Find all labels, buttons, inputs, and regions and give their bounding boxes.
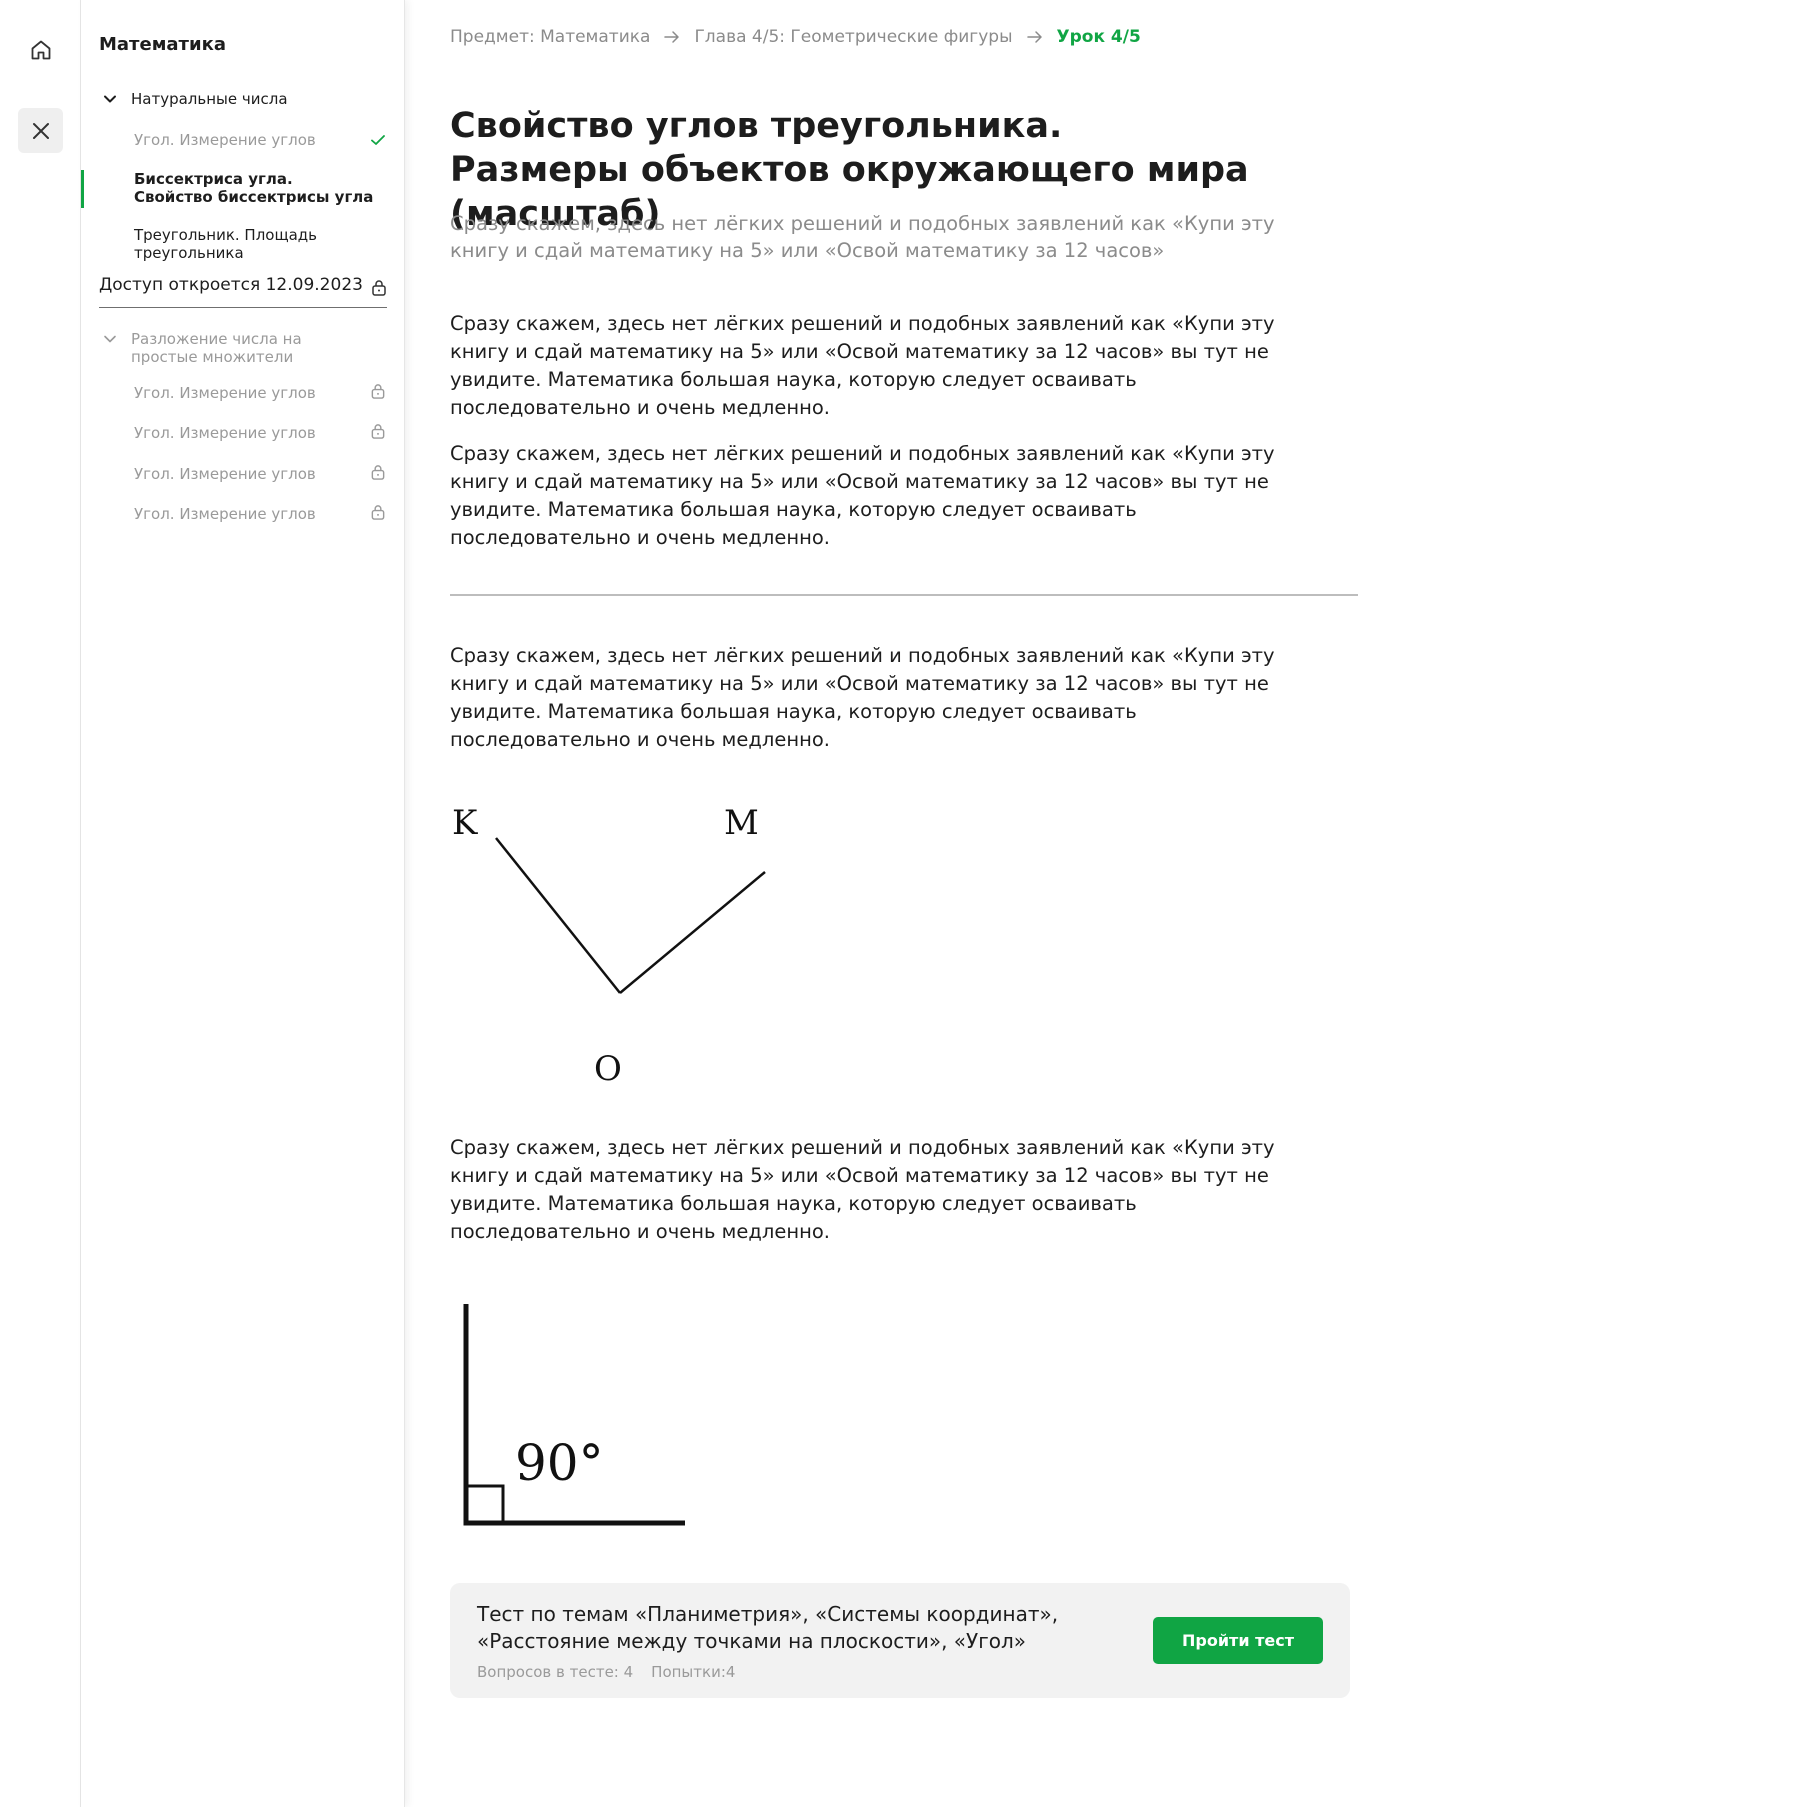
- close-icon: [32, 122, 49, 139]
- breadcrumb-lesson: Урок 4/5: [1056, 27, 1141, 47]
- sidebar-item-triangle-area[interactable]: Треугольник. Площадь треугольника: [134, 226, 374, 262]
- breadcrumb: Предмет: Математика Глава 4/5: Геометрич…: [450, 27, 1141, 47]
- chevron-down-icon: [104, 335, 116, 343]
- sidebar-item-locked[interactable]: Угол. Измерение углов: [134, 465, 374, 483]
- test-questions-count: Вопросов в тесте: 4: [477, 1663, 634, 1681]
- sidebar-title: Математика: [99, 34, 226, 55]
- lesson-paragraph: Сразу скажем, здесь нет лёгких решений и…: [450, 644, 1275, 751]
- sidebar-item-label: Биссектриса угла. Свойство биссектрисы у…: [134, 170, 374, 206]
- sidebar-item-locked[interactable]: Угол. Измерение углов: [134, 505, 374, 523]
- sidebar-item-label: Угол. Измерение углов: [134, 424, 316, 442]
- active-item-indicator: [81, 170, 84, 208]
- home-icon: [31, 40, 50, 59]
- lesson-paragraph: Сразу скажем, здесь нет лёгких решений и…: [450, 312, 1275, 419]
- angle-value-label: 90°: [515, 1434, 604, 1492]
- sidebar-section-prime-factors[interactable]: Разложение числа на простые множители: [103, 330, 371, 366]
- lock-icon: [371, 384, 385, 399]
- lesson-paragraph: Сразу скажем, здесь нет лёгких решений и…: [450, 442, 1275, 549]
- test-meta: Вопросов в тесте: 4 Попытки:4: [477, 1663, 735, 1681]
- sidebar-item-locked[interactable]: Угол. Измерение углов: [134, 384, 374, 402]
- sidebar-section-natural-numbers[interactable]: Натуральные числа: [103, 90, 288, 108]
- angle-kom-figure: K M O: [450, 798, 790, 1102]
- point-o-label: O: [594, 1049, 622, 1089]
- lock-icon: [371, 505, 385, 520]
- arrow-right-icon: [1026, 31, 1042, 43]
- access-text: Доступ откроется 12.09.2023: [99, 275, 363, 295]
- sidebar-section-label: Разложение числа на простые множители: [131, 330, 302, 366]
- lock-icon: [372, 280, 386, 296]
- course-sidebar: Математика Натуральные числа Угол. Измер…: [81, 0, 405, 1807]
- right-angle-marker: [464, 1484, 505, 1525]
- chevron-down-icon: [104, 95, 116, 103]
- sidebar-item-bisector[interactable]: Биссектриса угла. Свойство биссектрисы у…: [134, 170, 374, 206]
- sidebar-section-label: Натуральные числа: [131, 90, 288, 108]
- ray-ok: [495, 837, 621, 994]
- lock-icon: [371, 424, 385, 439]
- access-notice: Доступ откроется 12.09.2023: [99, 275, 387, 308]
- sidebar-item-label: Угол. Измерение углов: [134, 384, 316, 402]
- close-sidebar-button[interactable]: [18, 108, 63, 153]
- breadcrumb-subject[interactable]: Предмет: Математика: [450, 27, 650, 47]
- lesson-lead: Сразу скажем, здесь нет лёгких решений и…: [450, 212, 1275, 262]
- lock-icon: [371, 465, 385, 480]
- test-card: Тест по темам «Планиметрия», «Системы ко…: [450, 1583, 1350, 1698]
- sidebar-item-label: Треугольник. Площадь треугольника: [134, 226, 318, 262]
- ray-om: [619, 871, 766, 994]
- check-icon: [371, 135, 385, 145]
- breadcrumb-chapter[interactable]: Глава 4/5: Геометрические фигуры: [694, 27, 1012, 47]
- sidebar-item-label: Угол. Измерение углов: [134, 131, 316, 149]
- lesson-paragraph: Сразу скажем, здесь нет лёгких решений и…: [450, 1136, 1275, 1243]
- point-k-label: K: [452, 803, 478, 843]
- home-button[interactable]: [18, 27, 63, 72]
- arrow-right-icon: [664, 31, 680, 43]
- sidebar-item-angle-measure[interactable]: Угол. Измерение углов: [134, 131, 374, 149]
- icon-rail: [0, 0, 81, 1807]
- sidebar-item-locked[interactable]: Угол. Измерение углов: [134, 424, 374, 442]
- point-m-label: M: [724, 803, 759, 843]
- sidebar-item-label: Угол. Измерение углов: [134, 505, 316, 523]
- test-attempts: Попытки:4: [651, 1663, 736, 1681]
- sidebar-item-label: Угол. Измерение углов: [134, 465, 316, 483]
- start-test-button[interactable]: Пройти тест: [1153, 1617, 1323, 1664]
- right-angle-figure: 90°: [450, 1300, 710, 1534]
- section-divider: [450, 594, 1358, 596]
- test-title: Тест по темам «Планиметрия», «Системы ко…: [477, 1602, 1059, 1653]
